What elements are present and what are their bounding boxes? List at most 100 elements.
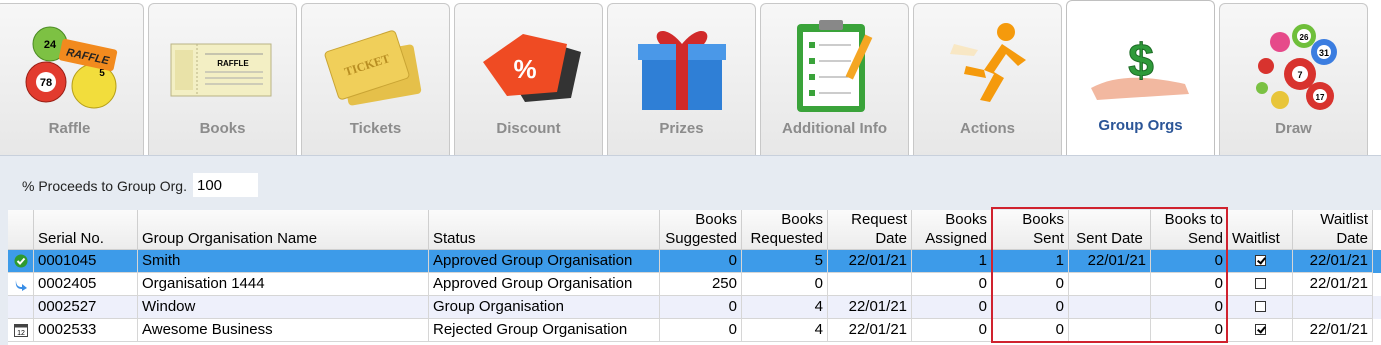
books-assigned-cell: 0 [912,296,992,319]
sent-date-cell [1069,319,1151,342]
tab-label: Additional Info [782,120,887,137]
column-header-sent-date[interactable]: Sent Date [1069,210,1151,250]
tab-draw[interactable]: 26 31 7 17 Draw [1219,3,1368,155]
books-requested-cell: 0 [742,273,828,296]
books-to-send-cell: 0 [1151,296,1228,319]
tab-label: Prizes [659,120,704,137]
tab-label: Raffle [48,120,91,137]
serial-cell: 0002527 [34,296,138,319]
column-header-name[interactable]: Group Organisation Name [138,210,429,250]
tab-group-orgs[interactable]: $ Group Orgs [1066,0,1215,156]
column-header-serial[interactable]: Serial No. [34,210,138,250]
tab-books[interactable]: RAFFLE Books [148,3,297,155]
request-date-cell: 22/01/21 [828,296,912,319]
books-sent-cell: 1 [992,250,1069,273]
books-assigned-cell: 0 [912,273,992,296]
draw-ball-number: 7 [1297,70,1302,80]
name-cell: Window [138,296,429,319]
running-man-icon [950,23,1026,102]
proceeds-input[interactable] [193,173,258,197]
green-check-icon [14,254,27,268]
column-header-books-to-send[interactable]: Books to Send [1151,210,1228,250]
row-indicator [8,250,34,273]
calendar-icon-text: 12 [17,330,25,337]
waitlist-checkbox[interactable] [1254,323,1266,335]
tab-actions[interactable]: Actions [913,3,1062,155]
tab-additional-info[interactable]: Additional Info [760,3,909,155]
waitlist-date-cell: 22/01/21 [1293,250,1373,273]
books-suggested-cell: 0 [660,319,742,342]
tickets-icon: TICKET [324,30,422,106]
clipboard-icon [797,20,873,112]
table-row[interactable]: 0002527 Window Group Organisation 0 4 22… [8,296,1381,319]
books-to-send-cell: 0 [1151,319,1228,342]
lottery-balls-icon: 26 31 7 17 [1256,24,1337,110]
draw-ball-number: 17 [1316,93,1325,102]
column-header-books-requested[interactable]: Books Requested [742,210,828,250]
status-cell: Approved Group Organisation [429,273,660,296]
table-row[interactable]: 0002405 Organisation 1444 Approved Group… [8,273,1381,296]
name-cell: Organisation 1444 [138,273,429,296]
books-sent-cell: 0 [992,319,1069,342]
request-date-cell [828,273,912,296]
money-hand-icon: $ [1091,34,1189,100]
waitlist-cell [1228,296,1293,319]
books-assigned-cell: 1 [912,250,992,273]
tab-prizes[interactable]: Prizes [607,3,756,155]
serial-cell: 0002405 [34,273,138,296]
books-sent-cell: 0 [992,273,1069,296]
waitlist-checkbox[interactable] [1254,254,1266,266]
name-cell: Smith [138,250,429,273]
table-row[interactable]: 0001045 Smith Approved Group Organisatio… [8,250,1381,273]
draw-ball-number: 26 [1300,33,1309,42]
waitlist-date-cell: 22/01/21 [1293,319,1373,342]
sent-date-cell: 22/01/21 [1069,250,1151,273]
discount-symbol: % [513,54,536,84]
name-cell: Awesome Business [138,319,429,342]
books-requested-cell: 4 [742,319,828,342]
tab-label: Tickets [349,120,402,137]
raffle-ball-number: 24 [44,39,57,51]
waitlist-checkbox[interactable] [1254,277,1266,289]
sent-date-cell [1069,296,1151,319]
row-indicator: 12 [8,319,34,342]
column-header-books-sent[interactable]: Books Sent [992,210,1069,250]
raffle-balls-icon: 24 78 5 RAFFLE [25,26,118,109]
waitlist-cell [1228,273,1293,296]
column-header-books-suggested[interactable]: Books Suggested [660,210,742,250]
books-sent-cell: 0 [992,296,1069,319]
books-requested-cell: 5 [742,250,828,273]
waitlist-date-cell [1293,296,1373,319]
row-indicator-header [8,210,34,250]
draw-ball-number: 31 [1319,48,1329,58]
column-header-waitlist[interactable]: Waitlist [1228,210,1293,250]
status-cell: Approved Group Organisation [429,250,660,273]
waitlist-checkbox[interactable] [1254,300,1266,312]
waitlist-date-cell: 22/01/21 [1293,273,1373,296]
request-date-cell: 22/01/21 [828,319,912,342]
table-row[interactable]: 12 0002533 Awesome Business Rejected Gro… [8,319,1381,342]
row-indicator [8,296,34,319]
column-header-status[interactable]: Status [429,210,660,250]
group-orgs-grid: Serial No. Group Organisation Name Statu… [8,210,1381,345]
tab-label: Group Orgs [1098,117,1183,134]
gift-box-icon [638,30,726,110]
column-header-books-assigned[interactable]: Books Assigned [912,210,992,250]
tab-discount[interactable]: % Discount [454,3,603,155]
calendar-icon: 12 [13,324,28,337]
waitlist-cell [1228,250,1293,273]
books-assigned-cell: 0 [912,319,992,342]
tab-tickets[interactable]: TICKET Tickets [301,3,450,155]
tab-raffle[interactable]: 24 78 5 RAFFLE Raffle [0,3,144,155]
column-header-waitlist-date[interactable]: Waitlist Date [1293,210,1373,250]
serial-cell: 0001045 [34,250,138,273]
column-header-request-date[interactable]: Request Date [828,210,912,250]
books-suggested-cell: 250 [660,273,742,296]
serial-cell: 0002533 [34,319,138,342]
tab-label: Books [199,120,246,137]
tab-label: Actions [959,120,1015,137]
arrow-right-icon [15,280,27,291]
books-suggested-cell: 0 [660,250,742,273]
waitlist-cell [1228,319,1293,342]
books-suggested-cell: 0 [660,296,742,319]
